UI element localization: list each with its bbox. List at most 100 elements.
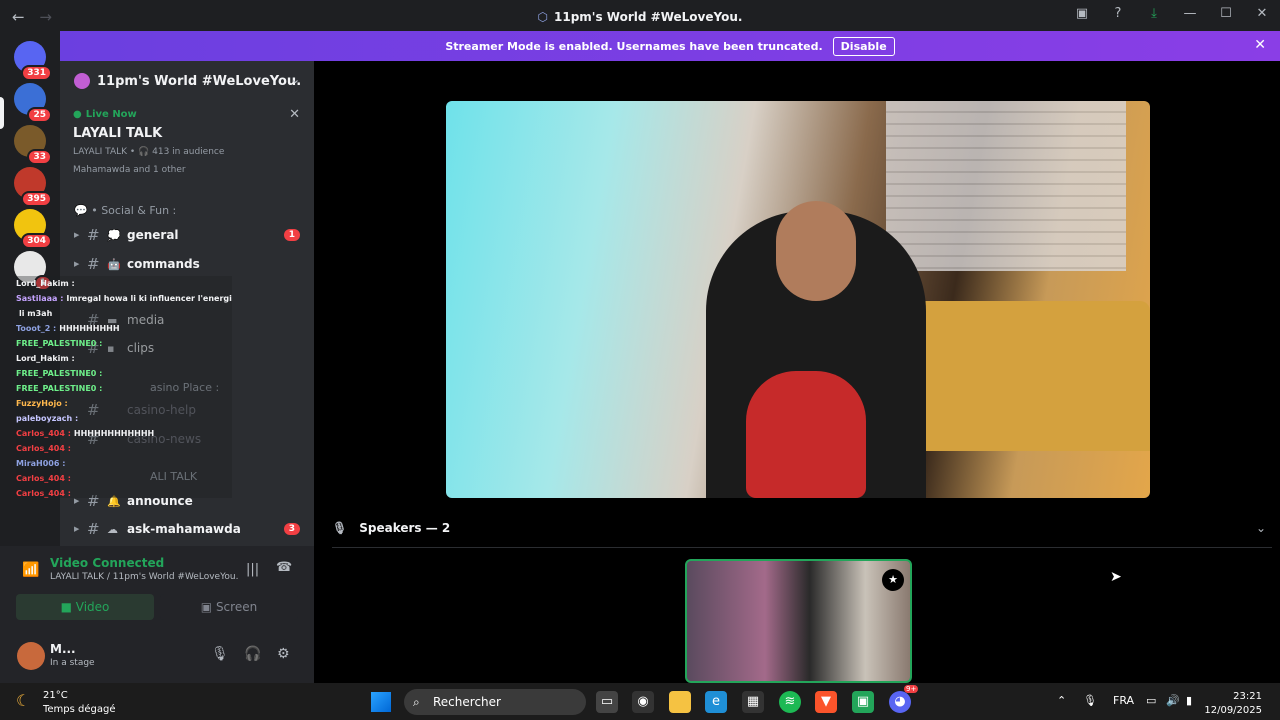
user-status: In a stage [50, 658, 95, 668]
chat-username: FuzzyHojo : [16, 399, 68, 408]
discord-home-icon[interactable]: 331 [14, 41, 52, 81]
channel-name: commands [127, 257, 200, 271]
voice-channel-path[interactable]: LAYALI TALK / 11pm's World #WeLoveYou. [50, 572, 238, 582]
maximize-icon[interactable]: ☐ [1208, 6, 1244, 21]
chevron-down-icon[interactable]: ⌄ [291, 73, 300, 86]
avatar[interactable] [17, 642, 45, 670]
screen-share-icon[interactable]: ▣ [1064, 6, 1100, 21]
chat-message: Tooot_2 : HHHHHHHHH [16, 321, 232, 336]
unread-arrow-icon: ▶ [74, 231, 80, 239]
voice-panel: 📶 Video Connected LAYALI TALK / 11pm's W… [0, 546, 314, 634]
title-bar: ← → ⬡ 11pm's World #WeLoveYou. ▣ ? ⤓ — ☐ … [0, 0, 1280, 33]
language-indicator[interactable]: FRA [1113, 694, 1134, 707]
chat-message: FREE_PALESTINE0 : [16, 366, 232, 381]
microphone-icon[interactable]: 🎙 [1083, 694, 1097, 707]
mouse-cursor-icon: ➤ [1110, 569, 1122, 585]
store-icon[interactable]: ▦ [742, 691, 764, 713]
unread-arrow-icon: ▶ [74, 525, 80, 533]
server-badge: 304 [21, 233, 52, 249]
chat-text: Imregal howa li ki influencer l'energie … [66, 294, 232, 303]
live-status: Live Now [73, 109, 301, 120]
video-button[interactable]: ■ Video [16, 594, 154, 620]
close-icon[interactable]: ✕ [289, 107, 300, 122]
username[interactable]: M... [50, 642, 76, 656]
discord-icon[interactable]: ◕ [889, 691, 911, 713]
channel-general[interactable]: ▶ # 💭 general 1 [60, 222, 314, 248]
close-window-icon[interactable]: ✕ [1244, 6, 1280, 21]
screen-label: Screen [215, 600, 258, 614]
chat-username: Carlos_404 : [16, 429, 71, 438]
chat-username: Carlos_404 : [16, 489, 71, 498]
server-badge: 395 [21, 191, 52, 207]
user-panel: M... In a stage 🎙 🎧 ⚙ [0, 634, 314, 683]
chat-username: Lord_Hakim : [16, 279, 75, 288]
server-icon[interactable]: 25 [14, 83, 52, 123]
disconnect-icon[interactable]: ☎ [276, 560, 292, 575]
main-video-stream[interactable] [446, 101, 1150, 498]
speaker-video-tile[interactable]: ★ [685, 559, 912, 683]
chat-message: Carlos_404 : [16, 471, 232, 486]
chat-username: Sastilaaa : [16, 294, 64, 303]
channel-commands[interactable]: ▶ # 🤖 commands [60, 251, 314, 277]
windows-start-icon[interactable] [371, 692, 391, 712]
obs-icon[interactable]: ◉ [632, 691, 654, 713]
spotify-icon[interactable]: ≋ [779, 691, 801, 713]
network-icon[interactable]: ▭ [1146, 694, 1156, 707]
voice-status: Video Connected [50, 556, 165, 570]
screen-share-icon: ▣ [200, 600, 216, 614]
clock[interactable]: 23:21 12/09/2025 [1204, 690, 1262, 718]
volume-icon[interactable]: 🔊 [1166, 694, 1180, 707]
edge-icon[interactable]: e [705, 691, 727, 713]
chat-message: Carlos_404 : [16, 486, 232, 501]
speakers-header[interactable]: 🎙 Speakers — 2 [332, 521, 450, 535]
chat-message: FREE_PALESTINE0 : [16, 381, 232, 396]
chat-overlay: Lord_Hakim : Sastilaaa : Imregal howa li k… [16, 276, 232, 498]
weather-temp[interactable]: 21°C [43, 690, 68, 701]
close-banner-icon[interactable]: ✕ [1254, 37, 1266, 53]
chevron-down-icon[interactable]: ⌄ [1256, 521, 1266, 535]
minimize-icon[interactable]: — [1172, 6, 1208, 21]
chevron-up-icon[interactable]: ⌃ [1057, 694, 1066, 707]
download-icon[interactable]: ⤓ [1136, 6, 1172, 21]
help-icon[interactable]: ? [1100, 6, 1136, 21]
gear-icon[interactable]: ⚙ [277, 646, 290, 662]
chat-message: Carlos_404 : HHHHHHHHHHHH [16, 426, 232, 441]
battery-icon[interactable]: ▮ [1186, 694, 1192, 707]
server-icon[interactable]: 395 [14, 167, 52, 207]
moderator-star-icon: ★ [882, 569, 904, 591]
weather-condition[interactable]: Temps dégagé [43, 704, 116, 715]
screen-button[interactable]: ▣ Screen [160, 594, 298, 620]
channel-ask-mahamawda[interactable]: ▶ # ☁ ask-mahamawda 3 [60, 516, 314, 542]
chat-text: HHHHHHHHH [59, 324, 120, 333]
category-social[interactable]: 💬 • Social & Fun : [74, 204, 176, 217]
chat-message: FuzzyHojo : [16, 396, 232, 411]
banner-text: Streamer Mode is enabled. Usernames have… [445, 39, 823, 53]
server-icon[interactable]: 33 [14, 125, 52, 165]
live-meta: LAYALI TALK • 🎧 413 in audience [73, 147, 225, 157]
video-background [886, 101, 1126, 271]
headphones-icon[interactable]: 🎧 [244, 646, 261, 662]
channel-name: general [127, 228, 179, 242]
microphone-icon[interactable]: 🎙 [211, 646, 229, 662]
live-stage-card[interactable]: Live Now LAYALI TALK LAYALI TALK • 🎧 413… [60, 103, 314, 191]
speech-bubble-icon: 💬 [74, 204, 92, 217]
file-explorer-icon[interactable] [669, 691, 691, 713]
search-icon: ⌕ [413, 695, 420, 709]
guild-name: 11pm's World #WeLoveYou. [97, 73, 302, 89]
server-icon[interactable]: 304 [14, 209, 52, 249]
chat-app-icon[interactable]: ▣ [852, 691, 874, 713]
chat-message: Lord_Hakim : [16, 276, 232, 291]
brave-icon[interactable]: ▼ [815, 691, 837, 713]
live-users: Mahamawda and 1 other [73, 165, 186, 175]
disable-button[interactable]: Disable [832, 36, 895, 56]
noise-suppression-icon[interactable]: ||| [246, 562, 259, 577]
chat-message: MiraH006 : [16, 456, 232, 471]
chat-message: Lord_Hakim : [16, 351, 232, 366]
chat-message: Sastilaaa : Imregal howa li ki influencer… [16, 291, 232, 306]
weather-moon-icon[interactable]: ☾ [16, 691, 30, 710]
task-view-icon[interactable]: ▭ [596, 691, 618, 713]
guild-header[interactable]: 11pm's World #WeLoveYou. ⌄ [60, 61, 314, 101]
hash-icon: # [87, 520, 100, 538]
search-bar[interactable]: ⌕ Rechercher [404, 689, 586, 715]
signal-icon[interactable]: 📶 [22, 562, 39, 578]
